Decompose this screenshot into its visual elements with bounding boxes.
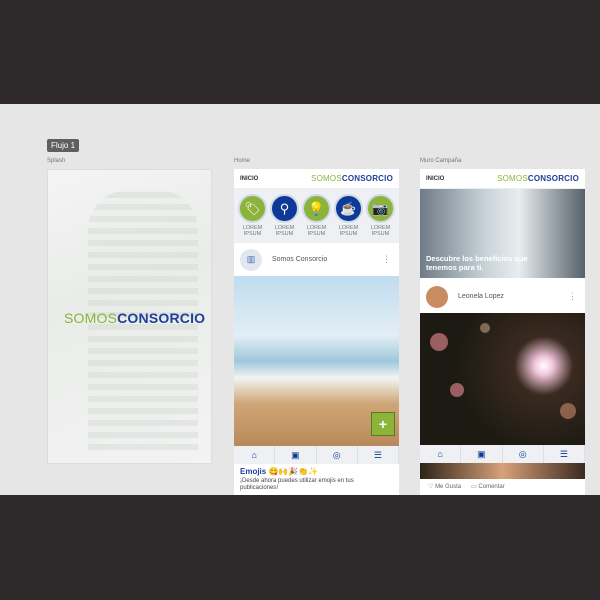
shortcut-label: LOREM IPSUM [274,225,295,237]
news-text: ¡Desde ahora puedes utilizar emojis en t… [240,478,354,491]
artboard-muro[interactable]: INICIO SOMOSCONSORCIO Descubre los benef… [420,169,585,495]
logo-part1: SOMOS [497,174,528,183]
shortcut-coffee[interactable]: ☕ LOREM IPSUM [334,194,363,243]
shortcut-label: LOREM IPSUM [242,225,263,237]
flow-badge[interactable]: Flujo 1 [47,139,80,152]
contact-icon[interactable]: ▣ [461,445,503,463]
shortcut-idea[interactable]: 💡 LOREM IPSUM [302,194,331,243]
lightbulb-icon: 💡 [302,194,331,223]
muro-header: INICIO SOMOSCONSORCIO [420,169,585,189]
artboard-splash[interactable]: SOMOSCONSORCIO [47,169,212,464]
logo-part1: SOMOS [64,310,118,326]
artboard-home[interactable]: INICIO SOMOSCONSORCIO 🏷 LOREM IPSUM ⚲ LORE… [234,169,399,495]
location-pin-icon: ⚲ [270,194,299,223]
splash-logo: SOMOSCONSORCIO [64,310,205,326]
news-item[interactable]: Emojis 😋🙌🎉👏✨ ¡Desde ahora puedes utiliza… [234,464,399,495]
post-image-sparkler [420,313,585,445]
camera-icon: 📷 [366,194,395,223]
header-logo: SOMOSCONSORCIO [497,174,579,183]
post-header: ▥ Somos Consorcio ⋮ [234,243,399,276]
bottom-nav: ⌂ ▣ ◎ ☰ [420,445,585,463]
post-header: Leonela Lopez ⋮ [420,280,585,313]
post-author[interactable]: Leonela Lopez [458,293,504,300]
artboard-label-muro[interactable]: Muro Campaña [420,158,461,164]
comment-label: Comentar [478,484,505,490]
news-title: Emojis 😋🙌🎉👏✨ [240,467,319,476]
design-canvas: Flujo 1 Splash Home Muro Campaña SOMOSCO… [0,104,600,495]
artboard-label-home[interactable]: Home [234,158,250,164]
home-icon[interactable]: ⌂ [420,445,462,463]
post-image-beach: + [234,276,399,446]
contact-icon[interactable]: ▣ [275,446,317,464]
like-button[interactable]: ♡ Me Gusta [428,483,461,490]
header-title: INICIO [240,175,259,182]
post-actions: ♡ Me Gusta ▭ Comentar [420,479,585,494]
instagram-icon[interactable]: ◎ [317,446,358,464]
logo-part1: SOMOS [311,174,342,183]
avatar[interactable] [426,285,448,308]
avatar[interactable]: ▥ [240,248,262,271]
shortcut-location[interactable]: ⚲ LOREM IPSUM [270,194,299,243]
more-options-icon[interactable]: ⋮ [382,254,391,265]
home-icon[interactable]: ⌂ [234,446,276,464]
artboard-label-splash[interactable]: Splash [47,158,65,164]
home-header: INICIO SOMOSCONSORCIO [234,169,399,189]
shortcut-camera[interactable]: 📷 LOREM IPSUM [366,194,395,243]
coffee-cup-icon: ☕ [334,194,363,223]
bottom-nav: ⌂ ▣ ◎ ☰ [234,446,399,464]
post-author[interactable]: Somos Consorcio [272,256,327,263]
instagram-icon[interactable]: ◎ [503,445,544,463]
header-title: INICIO [426,175,445,182]
shortcut-label: LOREM IPSUM [370,225,391,237]
logo-part2: CONSORCIO [341,174,393,183]
header-logo: SOMOSCONSORCIO [311,174,393,183]
hero-banner[interactable]: Descubre los beneficios que tenemos para… [420,189,585,278]
heart-icon: ♡ [428,484,434,490]
menu-icon[interactable]: ☰ [358,446,399,464]
comment-button[interactable]: ▭ Comentar [471,483,505,490]
like-label: Me Gusta [435,484,462,490]
tag-icon: 🏷 [238,194,267,223]
shortcut-tag[interactable]: 🏷 LOREM IPSUM [238,194,267,243]
shortcut-row: 🏷 LOREM IPSUM ⚲ LOREM IPSUM 💡 LOREM IPSUM ☕… [234,189,399,243]
add-button[interactable]: + [371,412,395,436]
menu-icon[interactable]: ☰ [544,445,585,463]
hero-text: Descubre los beneficios que tenemos para… [426,254,528,272]
shortcut-label: LOREM IPSUM [306,225,327,237]
shortcut-label: LOREM IPSUM [338,225,359,237]
logo-part2: CONSORCIO [117,310,206,326]
more-options-icon[interactable]: ⋮ [568,291,577,302]
logo-part2: CONSORCIO [527,174,579,183]
post-image-hand [420,463,585,479]
comment-icon: ▭ [471,484,477,490]
